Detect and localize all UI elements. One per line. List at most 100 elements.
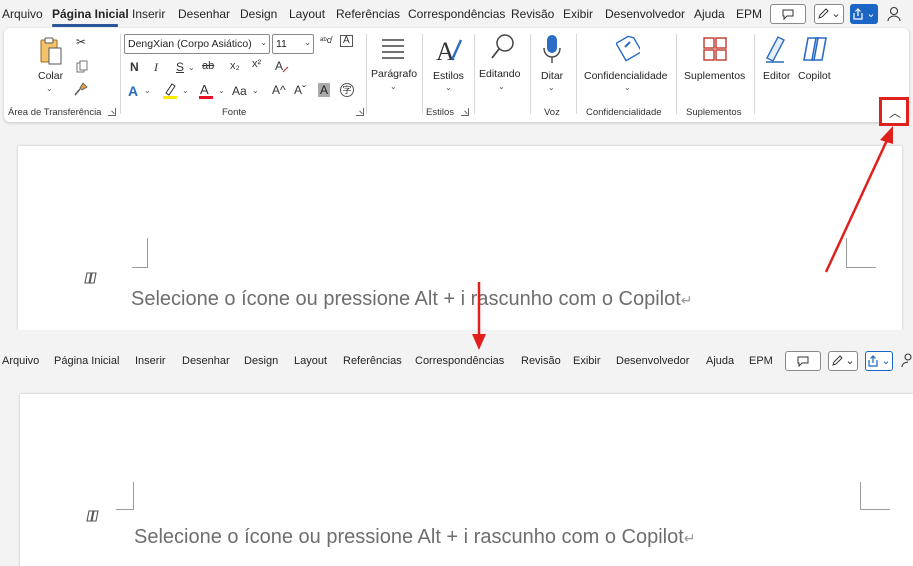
chevron-down-icon[interactable]: ⌄ bbox=[548, 83, 555, 92]
tab-epm[interactable]: EPM bbox=[749, 355, 773, 367]
tab-exibir[interactable]: Exibir bbox=[563, 7, 593, 21]
chevron-down-icon: ⌄ bbox=[831, 7, 841, 20]
tab-ajuda[interactable]: Ajuda bbox=[706, 355, 734, 367]
tab-layout[interactable]: Layout bbox=[289, 7, 325, 21]
enclose-characters-icon[interactable]: 字 bbox=[340, 83, 354, 97]
paragraph-icon[interactable] bbox=[380, 36, 406, 62]
tab-correspondencias[interactable]: Correspondências bbox=[415, 355, 504, 367]
sensitivity-label[interactable]: Confidencialidade bbox=[584, 70, 667, 82]
sensitivity-icon[interactable] bbox=[616, 34, 640, 62]
chevron-down-icon[interactable]: ⌄ bbox=[218, 86, 225, 95]
chevron-down-icon[interactable]: ⌄ bbox=[46, 84, 53, 93]
chevron-down-icon[interactable]: ⌄ bbox=[624, 83, 631, 92]
tab-epm[interactable]: EPM bbox=[736, 7, 762, 21]
chevron-down-icon[interactable]: ⌄ bbox=[182, 86, 189, 95]
copilot-icon[interactable] bbox=[802, 34, 830, 64]
clear-formatting-icon[interactable]: ᵃᵇc̸ bbox=[320, 36, 331, 45]
tab-arquivo[interactable]: Arquivo bbox=[2, 355, 39, 367]
underline-button[interactable]: S bbox=[176, 61, 184, 73]
copy-icon[interactable] bbox=[76, 60, 88, 73]
comments-button[interactable] bbox=[785, 351, 821, 371]
tab-ajuda[interactable]: Ajuda bbox=[694, 7, 725, 21]
editing-label[interactable]: Editando bbox=[479, 68, 520, 80]
font-size-select[interactable]: 11 ⌄ bbox=[272, 34, 314, 54]
chevron-down-icon[interactable]: ⌄ bbox=[498, 82, 505, 91]
tab-referencias[interactable]: Referências bbox=[343, 355, 402, 367]
subscript-button[interactable]: x₂ bbox=[230, 61, 240, 72]
font-name-select[interactable]: DengXian (Corpo Asiático) ⌄ bbox=[124, 34, 270, 54]
addins-label[interactable]: Suplementos bbox=[684, 70, 745, 82]
chevron-down-icon[interactable]: ⌄ bbox=[144, 86, 151, 95]
document-page[interactable]: Selecione o ícone ou pressione Alt + i r… bbox=[18, 146, 902, 330]
microphone-icon[interactable] bbox=[542, 34, 562, 66]
collapse-ribbon-button[interactable]: ︿ bbox=[879, 97, 909, 126]
highlight-icon[interactable] bbox=[162, 82, 178, 100]
paste-icon[interactable] bbox=[38, 36, 64, 66]
group-separator bbox=[576, 34, 577, 114]
bold-button[interactable]: N bbox=[130, 61, 139, 73]
character-shading-icon[interactable]: A bbox=[318, 83, 331, 97]
paste-label[interactable]: Colar bbox=[38, 70, 63, 82]
editor-icon[interactable] bbox=[764, 34, 790, 64]
expanded-ribbon-screenshot: Arquivo Página Inicial Inserir Desenhar … bbox=[0, 0, 913, 330]
tab-correspondencias[interactable]: Correspondências bbox=[408, 7, 505, 21]
dictate-label[interactable]: Ditar bbox=[541, 70, 563, 82]
editor-label[interactable]: Editor bbox=[763, 70, 790, 82]
chevron-down-icon[interactable]: ⌄ bbox=[252, 86, 259, 95]
coauthor-icon[interactable] bbox=[900, 352, 913, 368]
text-effects-icon[interactable]: A bbox=[128, 84, 138, 98]
tab-arquivo[interactable]: Arquivo bbox=[2, 7, 43, 21]
copilot-placeholder-text[interactable]: Selecione o ícone ou pressione Alt + i r… bbox=[131, 288, 693, 311]
copilot-margin-icon[interactable] bbox=[84, 272, 98, 284]
tab-desenhar[interactable]: Desenhar bbox=[182, 355, 230, 367]
change-case-button[interactable]: Aa bbox=[232, 85, 247, 97]
font-launcher-icon[interactable] bbox=[356, 108, 364, 116]
cut-icon[interactable]: ✂ bbox=[76, 36, 86, 48]
chevron-down-icon[interactable]: ⌄ bbox=[445, 83, 452, 92]
format-painter-icon[interactable] bbox=[74, 82, 88, 96]
copilot-placeholder-text[interactable]: Selecione o ícone ou pressione Alt + i r… bbox=[134, 526, 696, 549]
tab-revisao[interactable]: Revisão bbox=[511, 7, 554, 21]
tab-referencias[interactable]: Referências bbox=[336, 7, 400, 21]
tab-inserir[interactable]: Inserir bbox=[135, 355, 166, 367]
styles-icon[interactable]: A bbox=[434, 34, 464, 66]
search-icon[interactable] bbox=[490, 32, 516, 62]
group-separator bbox=[676, 34, 677, 114]
share-button[interactable]: ⌄ bbox=[865, 351, 893, 371]
document-page[interactable]: Selecione o ícone ou pressione Alt + i r… bbox=[20, 394, 913, 566]
editing-mode-button[interactable]: ⌄ bbox=[814, 4, 844, 24]
tab-design[interactable]: Design bbox=[240, 7, 277, 21]
grow-font-button[interactable]: A^ bbox=[272, 84, 286, 96]
tab-design[interactable]: Design bbox=[244, 355, 278, 367]
tab-pagina-inicial[interactable]: Página Inicial bbox=[52, 7, 129, 21]
strikethrough-button[interactable]: ab bbox=[202, 61, 214, 72]
tab-revisao[interactable]: Revisão bbox=[521, 355, 561, 367]
tab-exibir[interactable]: Exibir bbox=[573, 355, 601, 367]
addins-icon[interactable] bbox=[702, 36, 728, 62]
clipboard-launcher-icon[interactable] bbox=[108, 108, 116, 116]
addins-group-label: Suplementos bbox=[686, 107, 742, 118]
tab-pagina-inicial[interactable]: Página Inicial bbox=[54, 355, 119, 367]
paragraph-label[interactable]: Parágrafo bbox=[371, 68, 417, 80]
editing-mode-button[interactable]: ⌄ bbox=[828, 351, 858, 371]
copilot-label[interactable]: Copilot bbox=[798, 70, 831, 82]
clear-all-formatting-icon[interactable]: A bbox=[274, 58, 290, 74]
copilot-margin-icon[interactable] bbox=[86, 510, 100, 522]
shrink-font-button[interactable]: Aˇ bbox=[294, 84, 306, 96]
share-button[interactable]: ⌄ bbox=[850, 4, 878, 24]
tab-desenvolvedor[interactable]: Desenvolvedor bbox=[605, 7, 685, 21]
styles-label[interactable]: Estilos bbox=[433, 70, 464, 82]
italic-button[interactable]: I bbox=[154, 61, 158, 73]
font-color-icon[interactable]: A bbox=[198, 82, 214, 100]
tab-layout[interactable]: Layout bbox=[294, 355, 327, 367]
coauthor-icon[interactable] bbox=[886, 5, 904, 23]
tab-desenvolvedor[interactable]: Desenvolvedor bbox=[616, 355, 689, 367]
comments-button[interactable] bbox=[770, 4, 806, 24]
tab-desenhar[interactable]: Desenhar bbox=[178, 7, 230, 21]
tab-inserir[interactable]: Inserir bbox=[132, 7, 165, 21]
styles-launcher-icon[interactable] bbox=[461, 108, 469, 116]
superscript-button[interactable]: x² bbox=[252, 59, 261, 70]
chevron-down-icon[interactable]: ⌄ bbox=[188, 63, 195, 72]
text-effects-box-icon[interactable]: A bbox=[340, 35, 353, 47]
chevron-down-icon[interactable]: ⌄ bbox=[390, 82, 397, 91]
